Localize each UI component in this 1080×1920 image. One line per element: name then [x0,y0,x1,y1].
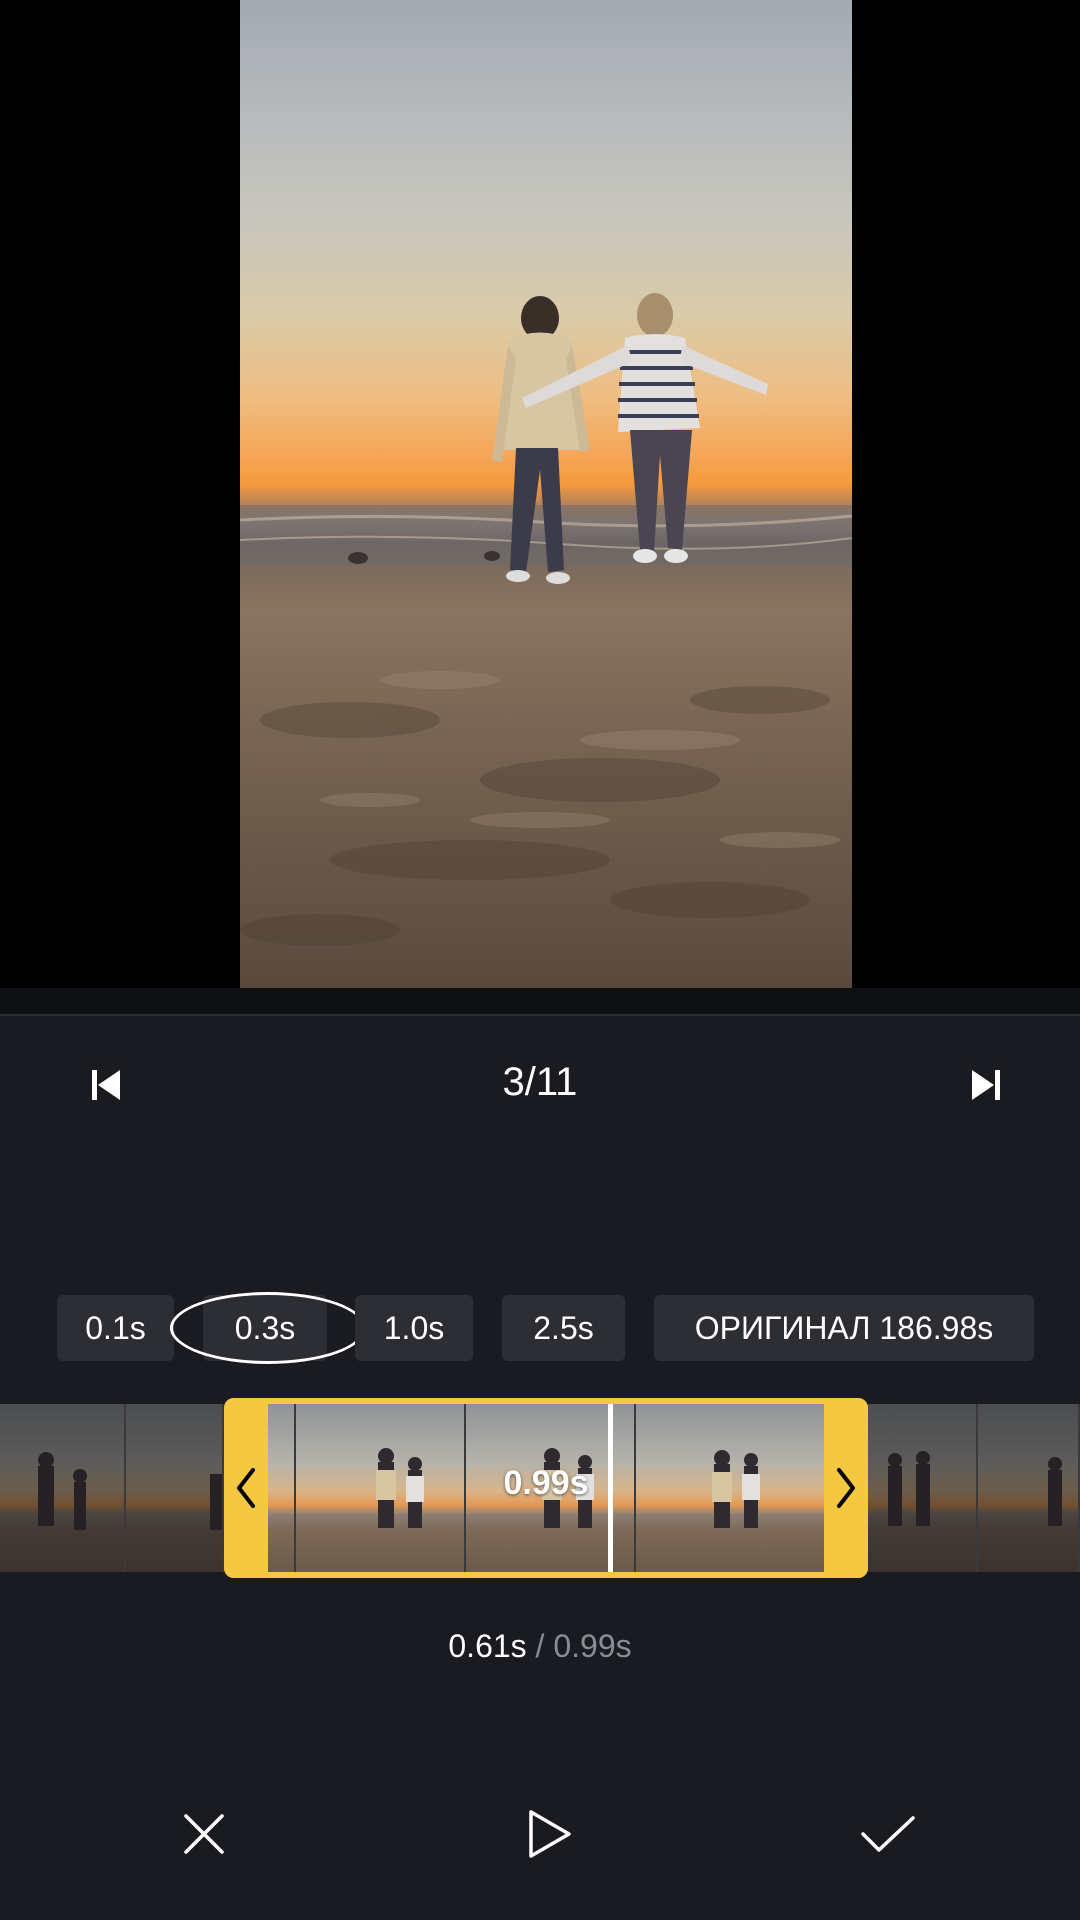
time-readout: 0.61s / 0.99s [0,1628,1080,1665]
previous-clip-button[interactable] [82,1061,130,1109]
total-time: 0.99s [553,1628,632,1664]
current-time: 0.61s [448,1628,527,1664]
video-preview [0,0,1080,988]
timeline-thumbnail [296,1404,466,1572]
clip-duration-label: 0.99s [503,1464,589,1502]
timeline-thumbnail [636,1404,828,1572]
preview-divider [0,988,1080,1016]
timeline-thumbnail [266,1404,296,1572]
play-button[interactable] [518,1802,582,1866]
preset-original-button[interactable]: ОРИГИНАЛ 186.98s [654,1295,1034,1361]
preview-image [240,0,852,988]
close-icon [184,1814,224,1854]
next-clip-button[interactable] [962,1061,1010,1109]
confirm-button[interactable] [856,1802,920,1866]
skip-next-icon [972,1070,1000,1100]
preset-0-3s-button[interactable]: 0.3s [203,1295,327,1361]
trim-end-handle[interactable] [824,1398,868,1578]
play-icon [529,1810,571,1858]
chevron-right-icon [837,1468,855,1508]
chevron-left-icon [237,1468,255,1508]
video-frame-editor: 3/11 0.1s 0.3s 1.0s 2.5s ОРИГИНАЛ 186.98… [0,0,1080,1920]
cancel-button[interactable] [172,1802,236,1866]
clip-counter: 3/11 [502,1060,578,1104]
checkmark-icon [861,1816,915,1852]
timeline-thumbnail [0,1404,126,1572]
trim-start-handle[interactable] [224,1398,268,1578]
preset-0-1s-button[interactable]: 0.1s [57,1295,174,1361]
timeline-thumbnail [868,1404,978,1572]
preset-2-5s-button[interactable]: 2.5s [502,1295,625,1361]
skip-previous-icon [92,1070,120,1100]
timeline-thumbnail [978,1404,1080,1572]
time-separator: / [526,1628,554,1664]
timeline-thumbnail [126,1404,224,1572]
preset-1-0s-button[interactable]: 1.0s [355,1295,473,1361]
